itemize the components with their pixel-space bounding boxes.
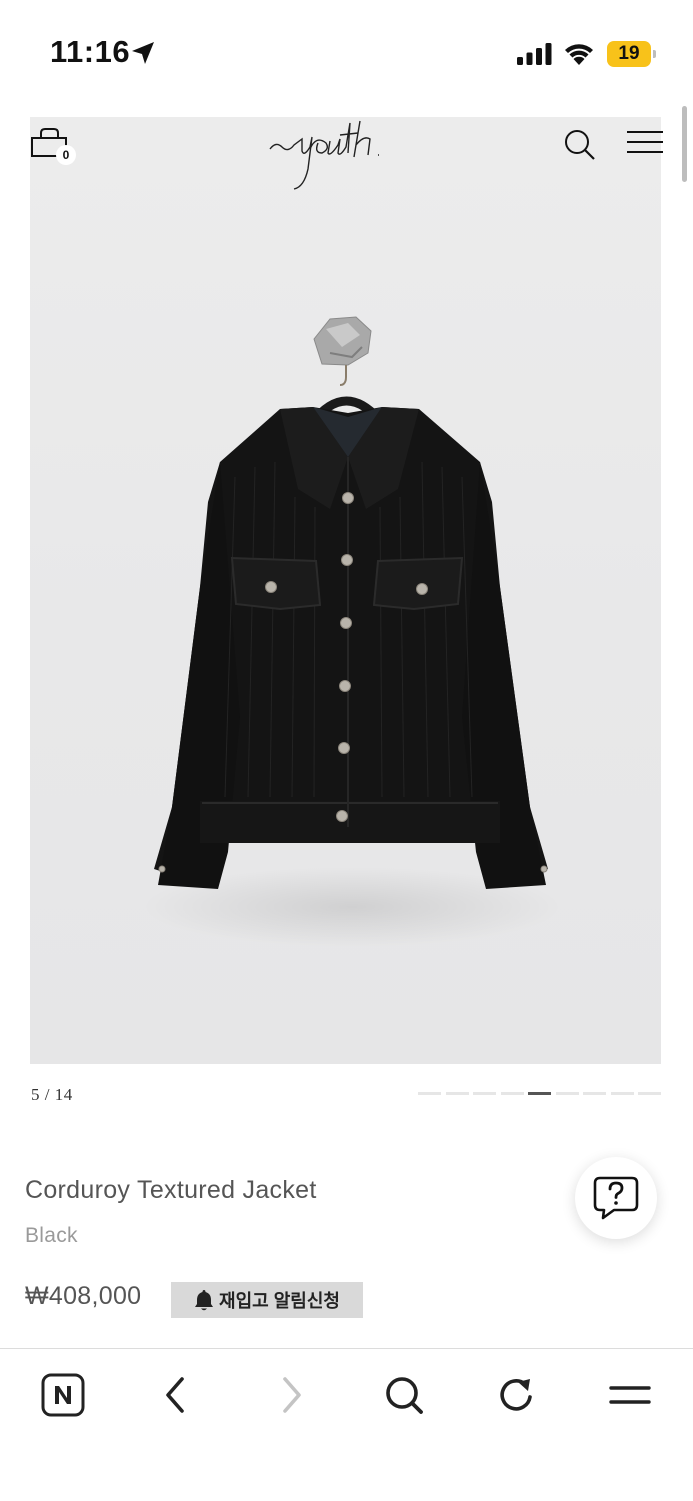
search-icon [386,1377,423,1414]
page-scrollbar[interactable] [682,106,687,182]
product-color: Black [25,1224,78,1247]
search-button[interactable] [382,1373,426,1417]
battery-icon: 19 [607,41,656,67]
slide-indicator[interactable] [500,1092,524,1095]
slide-indicator[interactable] [583,1092,606,1095]
browser-menu-button[interactable] [608,1373,652,1417]
product-image[interactable]: 0 youth. [30,117,664,1064]
back-icon [166,1377,184,1413]
naver-home-icon [41,1373,85,1417]
back-button[interactable] [154,1373,198,1417]
browser-toolbar [0,1348,693,1501]
wifi-icon [565,44,593,65]
slide-indicator[interactable] [610,1092,634,1095]
slide-indicator[interactable] [555,1092,579,1095]
gallery-counter: 5 / 14 [31,1085,73,1104]
search-icon[interactable] [562,127,598,163]
reload-icon [500,1379,532,1411]
product-price: ₩408,000 [25,1282,142,1310]
restock-alert-button[interactable]: 재입고 알림신청 [171,1282,363,1318]
forward-button[interactable] [269,1373,313,1417]
slide-indicator[interactable] [638,1092,661,1095]
restock-alert-label: 재입고 알림신청 [219,1291,340,1311]
status-time: 11:16 [50,34,131,69]
menu-icon [609,1386,651,1404]
status-bar: 11:16 19 [0,0,693,100]
forward-icon [283,1377,301,1413]
naver-home-button[interactable] [41,1373,85,1417]
help-chat-button[interactable] [575,1157,657,1239]
slide-indicator[interactable] [445,1092,469,1095]
product-name: Corduroy Textured Jacket [25,1176,317,1204]
location-arrow-icon [132,42,154,64]
question-bubble-icon [593,1176,639,1220]
cellular-signal-icon [517,43,552,65]
battery-level: 19 [618,43,640,64]
slide-indicator[interactable] [528,1092,551,1095]
slide-indicator[interactable] [418,1092,441,1095]
cart-count-badge: 0 [56,145,76,165]
bell-icon [195,1290,214,1311]
menu-icon[interactable] [626,129,664,157]
reload-button[interactable] [495,1373,539,1417]
jacket-photo [142,316,562,947]
brand-logo[interactable]: youth. [268,117,428,197]
slide-indicator[interactable] [473,1092,496,1095]
